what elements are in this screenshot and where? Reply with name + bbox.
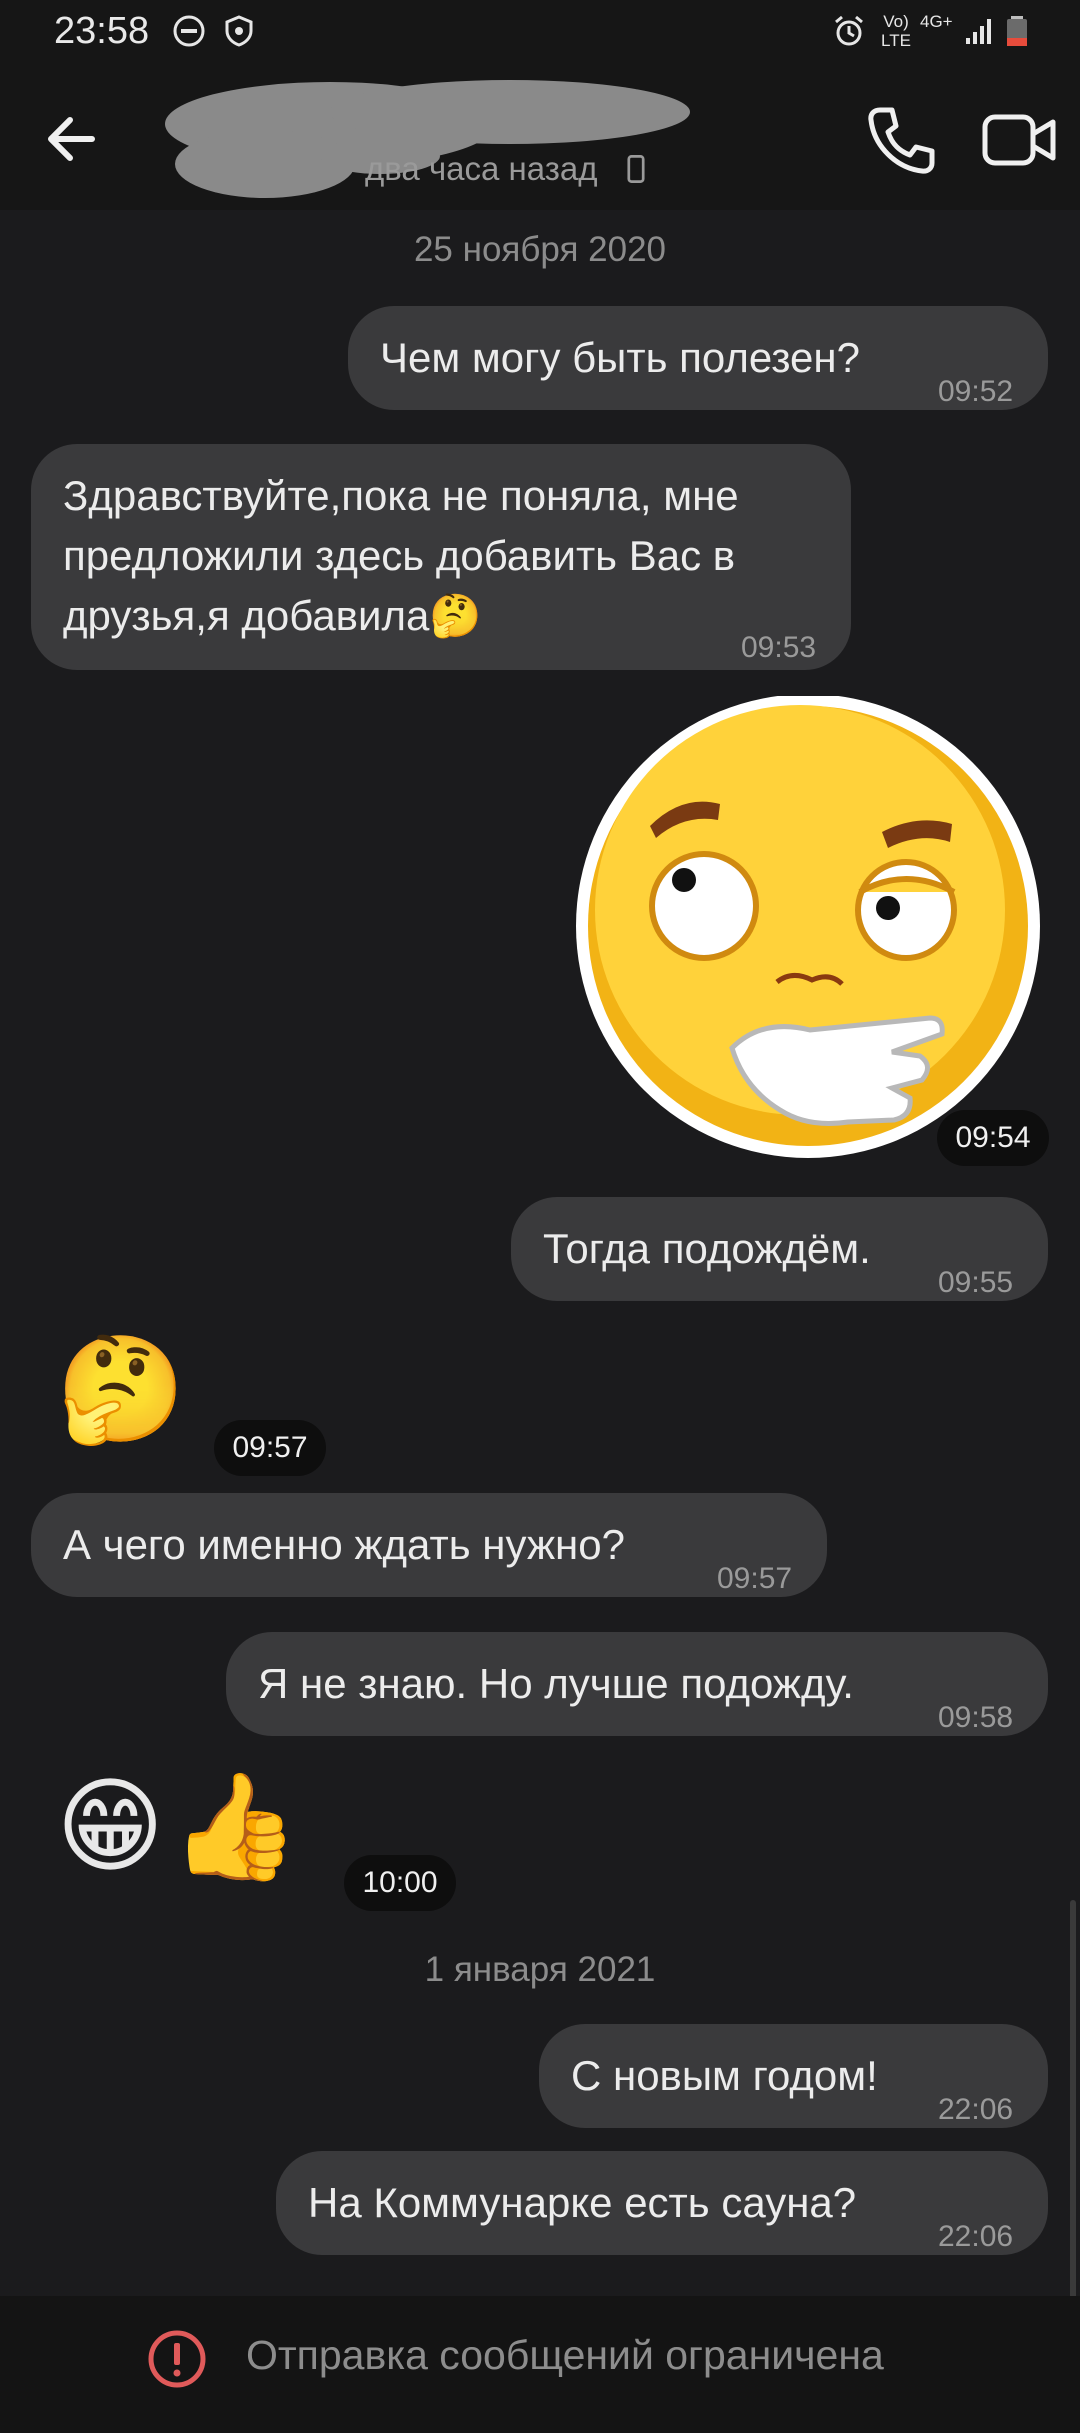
message-text: Здравствуйте,пока не поняла, мне предлож… [63,472,739,639]
grin-thumbs-up-emoji[interactable]: 😁👍 [56,1762,306,1892]
message-text: Чем могу быть полезен? [380,334,860,381]
message-time: 22:06 [938,2093,1014,2126]
volte-icon: Vo) LTE [881,12,911,50]
last-seen-status: два часа назад [365,150,598,187]
status-bar: 23:58 Vo) LTE 4G+ [0,0,1080,64]
message-time: 09:52 [938,375,1014,408]
battery-icon [1007,16,1027,46]
message-text: На Коммунарке есть сауна? [308,2179,857,2226]
do-not-disturb-icon [173,15,205,47]
message-time: 09:58 [938,1701,1014,1734]
messaging-restricted-footer: Отправка сообщений ограничена [0,2296,1080,2433]
alarm-icon [835,15,863,46]
date-separator: 1 января 2021 [424,1950,656,1989]
warning-circle-icon [148,2330,206,2388]
thinking-face-sticker[interactable] [572,696,1042,1166]
message-bubble-outgoing[interactable]: Я не знаю. Но лучше подожду. 09:58 [226,1632,1048,1736]
message-text: С новым годом! [571,2052,878,2099]
message-bubble-incoming[interactable]: А чего именно ждать нужно? 09:57 [31,1493,827,1597]
signal-icon [966,19,991,44]
status-time: 23:58 [54,10,150,52]
back-arrow-icon[interactable] [38,104,108,174]
message-text: Тогда подождём. [543,1225,871,1272]
message-time: 09:53 [741,631,817,664]
thinking-emoji[interactable]: 🤔 [56,1330,186,1450]
chat-header: два часа назад [0,64,1080,210]
emoji-time: 10:00 [344,1855,456,1911]
message-bubble-outgoing[interactable]: С новым годом! 22:06 [539,2024,1048,2128]
phone-icon[interactable] [862,100,942,180]
message-bubble-incoming[interactable]: Здравствуйте,пока не поняла, мне предлож… [31,444,851,670]
video-camera-icon[interactable] [980,104,1060,176]
message-bubble-outgoing[interactable]: Чем могу быть полезен? 09:52 [348,306,1048,410]
message-bubble-outgoing[interactable]: На Коммунарке есть сауна? 22:06 [276,2151,1048,2255]
emoji-time: 09:57 [214,1420,326,1476]
phone-status-icon [627,155,645,183]
message-time: 09:55 [938,1266,1014,1299]
message-time: 22:06 [938,2220,1014,2253]
sticker-time: 09:54 [937,1110,1049,1166]
scrollbar[interactable] [1070,1900,1076,2320]
message-text: А чего именно ждать нужно? [63,1521,625,1568]
messaging-restricted-text: Отправка сообщений ограничена [246,2332,884,2378]
message-time: 09:57 [717,1562,793,1595]
4g-icon: 4G+ [920,12,953,31]
date-separator: 25 ноября 2020 [413,230,667,269]
message-bubble-outgoing[interactable]: Тогда подождём. 09:55 [511,1197,1048,1301]
shield-icon [225,15,253,47]
message-text: Я не знаю. Но лучше подожду. [258,1660,854,1707]
